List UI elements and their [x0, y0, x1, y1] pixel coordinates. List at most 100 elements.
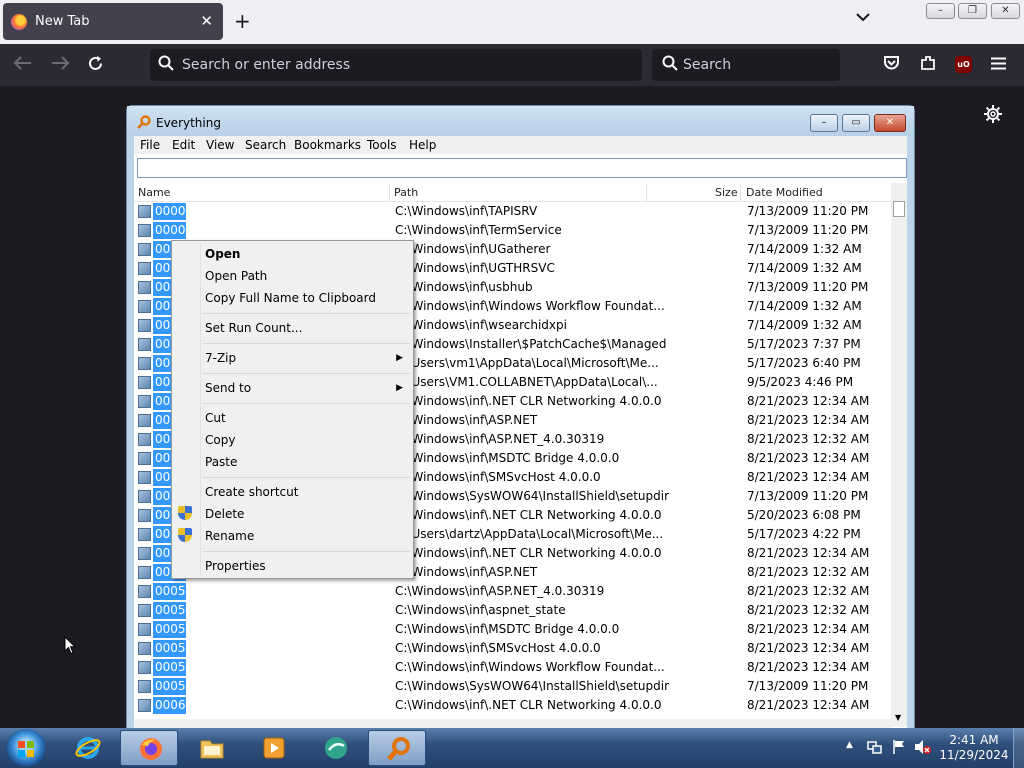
- menu-item-7zip[interactable]: 7-Zip: [205, 351, 236, 365]
- ublock-origin-icon[interactable]: uO: [955, 56, 972, 73]
- column-size[interactable]: Size: [715, 186, 738, 199]
- restore-button[interactable]: ❐: [958, 3, 987, 19]
- taskbar-media-player[interactable]: [244, 730, 302, 766]
- network-icon[interactable]: [866, 739, 882, 759]
- start-button[interactable]: [6, 729, 46, 767]
- address-bar[interactable]: Search or enter address: [150, 49, 642, 81]
- row-date-modified: 8/21/2023 12:34 AM: [747, 622, 870, 636]
- tab-title: New Tab: [35, 14, 90, 29]
- column-date-modified[interactable]: Date Modified: [746, 186, 823, 199]
- table-row[interactable]: 0005 C:\Windows\inf\SMSvcHost 4.0.0.0 8/21…: [134, 639, 891, 658]
- row-date-modified: 8/21/2023 12:34 AM: [747, 394, 870, 408]
- row-path: C:\Windows\inf\MSDTC Bridge 4.0.0.0: [395, 451, 620, 465]
- row-date-modified: 7/13/2009 11:20 PM: [747, 223, 869, 237]
- menu-item-copy[interactable]: Copy: [205, 433, 235, 447]
- table-row[interactable]: 0000 C:\Windows\inf\TermService 7/13/2009 …: [134, 221, 891, 240]
- show-desktop-button[interactable]: [1013, 728, 1024, 768]
- folder-icon: [138, 338, 151, 351]
- folder-icon: [138, 699, 151, 712]
- show-hidden-icons-icon[interactable]: ▲: [846, 740, 853, 750]
- everything-minimize-button[interactable]: –: [810, 114, 838, 132]
- tab-close-icon[interactable]: ✕: [200, 12, 213, 30]
- menu-item-send-to[interactable]: Send to: [205, 381, 251, 395]
- search-icon: [662, 55, 678, 75]
- row-path: C:\Windows\inf\usbhub: [395, 280, 533, 294]
- row-path: C:\Windows\inf\UGTHRSVC: [395, 261, 555, 275]
- everything-logo-icon: [137, 115, 151, 129]
- vertical-scrollbar[interactable]: ▼: [891, 183, 907, 727]
- extensions-icon[interactable]: [920, 55, 936, 75]
- row-name: 0000: [153, 203, 186, 220]
- table-row[interactable]: 0006 C:\Windows\inf\.NET CLR Networking 4…: [134, 696, 891, 715]
- search-bar[interactable]: Search: [652, 49, 840, 81]
- taskbar-everything[interactable]: [368, 730, 426, 766]
- menu-item-set-run-count[interactable]: Set Run Count...: [205, 321, 302, 335]
- scroll-down-arrow-icon[interactable]: ▼: [895, 713, 901, 722]
- new-tab-button[interactable]: +: [234, 9, 251, 33]
- column-path[interactable]: Path: [394, 186, 418, 199]
- pocket-icon[interactable]: [883, 55, 900, 75]
- gear-icon[interactable]: [984, 105, 1002, 128]
- list-all-tabs-icon[interactable]: [856, 10, 870, 26]
- taskbar-firefox[interactable]: [120, 730, 178, 766]
- hamburger-menu-icon[interactable]: [991, 55, 1006, 74]
- table-row[interactable]: 0005 C:\Windows\inf\Windows Workflow Foun…: [134, 658, 891, 677]
- menu-item-paste[interactable]: Paste: [205, 455, 237, 469]
- back-arrow-icon[interactable]: [13, 55, 32, 75]
- system-clock[interactable]: 2:41 AM 11/29/2024: [938, 733, 1010, 763]
- firefox-icon: [140, 738, 162, 760]
- everything-search-input[interactable]: [137, 158, 907, 178]
- menu-item-open-path[interactable]: Open Path: [205, 269, 267, 283]
- table-row[interactable]: 0005 C:\Windows\inf\ASP.NET_4.0.30319 8/21…: [134, 582, 891, 601]
- row-path: C:\Windows\inf\aspnet_state: [395, 603, 566, 617]
- minimize-button[interactable]: –: [926, 3, 955, 19]
- row-path: C:\Users\VM1.COLLABNET\AppData\Local\...: [395, 375, 658, 389]
- menu-search[interactable]: Search: [245, 138, 286, 152]
- everything-maximize-button[interactable]: ▭: [842, 114, 870, 132]
- table-row[interactable]: 0000 C:\Windows\inf\TAPISRV 7/13/2009 11:2…: [134, 202, 891, 221]
- everything-title-bar[interactable]: Everything – ▭ ✕: [127, 106, 914, 136]
- menu-help[interactable]: Help: [409, 138, 436, 152]
- row-path: C:\Windows\inf\.NET CLR Networking 4.0.0…: [395, 394, 662, 408]
- reload-icon[interactable]: [87, 55, 104, 77]
- context-menu: Open Open Path Copy Full Name to Clipboa…: [171, 240, 414, 579]
- menu-item-rename[interactable]: Rename: [205, 529, 254, 543]
- folder-icon: [138, 262, 151, 275]
- menu-item-properties[interactable]: Properties: [205, 559, 266, 573]
- row-path: C:\Windows\inf\SMSvcHost 4.0.0.0: [395, 641, 601, 655]
- menu-item-open[interactable]: Open: [205, 247, 240, 261]
- close-window-button[interactable]: ✕: [991, 3, 1020, 19]
- table-row[interactable]: 0005 C:\Windows\SysWOW64\InstallShield\se…: [134, 677, 891, 696]
- menu-view[interactable]: View: [206, 138, 234, 152]
- folder-icon: [138, 205, 151, 218]
- row-path: C:\Windows\inf\Windows Workflow Foundat.…: [395, 660, 665, 674]
- volume-muted-icon[interactable]: [914, 739, 932, 759]
- tab-new-tab[interactable]: New Tab ✕: [3, 3, 223, 40]
- menu-item-create-shortcut[interactable]: Create shortcut: [205, 485, 298, 499]
- menu-item-delete[interactable]: Delete: [205, 507, 244, 521]
- row-name: 0005: [153, 602, 186, 619]
- taskbar-app-circle[interactable]: [306, 730, 364, 766]
- menu-file[interactable]: File: [140, 138, 160, 152]
- row-date-modified: 5/17/2023 7:37 PM: [747, 337, 861, 351]
- menu-item-cut[interactable]: Cut: [205, 411, 226, 425]
- forward-arrow-icon[interactable]: [51, 55, 70, 75]
- windows-taskbar: ▲ 2:41 AM 11/29/2024: [0, 728, 1024, 768]
- submenu-arrow-icon: ▶: [396, 353, 403, 363]
- column-name[interactable]: Name: [138, 186, 170, 199]
- action-center-flag-icon[interactable]: [891, 739, 907, 759]
- menu-bookmarks[interactable]: Bookmarks: [294, 138, 361, 152]
- scrollbar-thumb[interactable]: [893, 201, 905, 217]
- row-name: 0005: [153, 621, 186, 638]
- menu-tools[interactable]: Tools: [367, 138, 397, 152]
- taskbar-internet-explorer[interactable]: [58, 730, 116, 766]
- folder-icon: [138, 547, 151, 560]
- row-path: C:\Windows\inf\ASP.NET: [395, 565, 538, 579]
- taskbar-file-explorer[interactable]: [182, 730, 240, 766]
- table-row[interactable]: 0005 C:\Windows\inf\aspnet_state 8/21/2023…: [134, 601, 891, 620]
- menu-item-copy-full-name[interactable]: Copy Full Name to Clipboard: [205, 291, 376, 305]
- menu-edit[interactable]: Edit: [172, 138, 195, 152]
- table-row[interactable]: 0005 C:\Windows\inf\MSDTC Bridge 4.0.0.0 8…: [134, 620, 891, 639]
- everything-close-button[interactable]: ✕: [874, 114, 906, 132]
- folder-icon: [138, 395, 151, 408]
